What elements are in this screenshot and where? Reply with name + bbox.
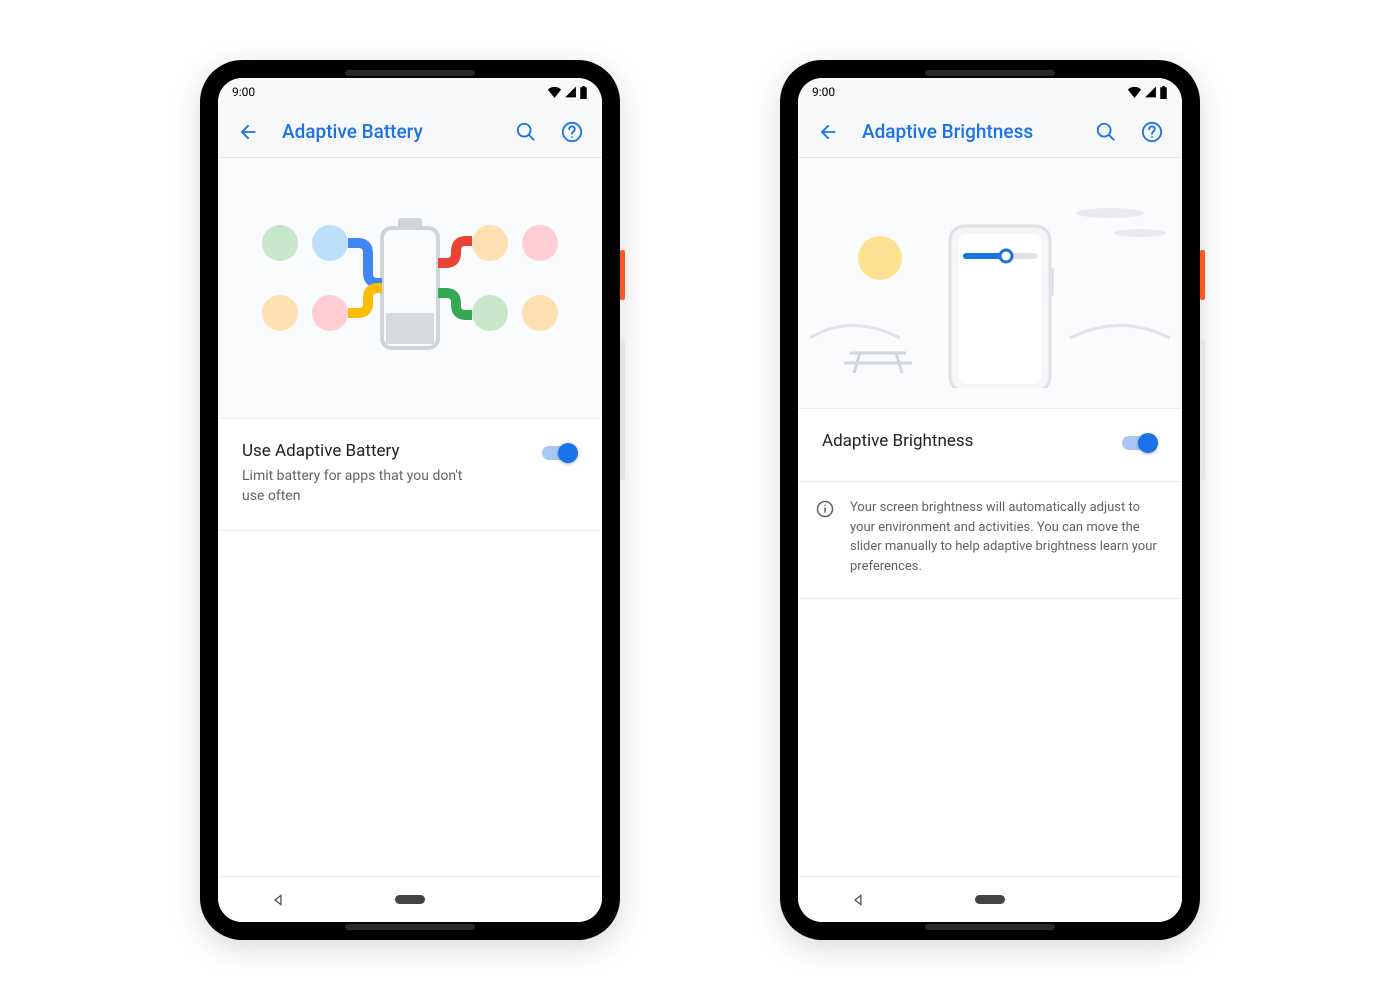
info-icon — [816, 500, 834, 518]
nav-home-pill[interactable] — [975, 895, 1005, 904]
help-icon — [1141, 121, 1163, 143]
setting-adaptive-brightness[interactable]: Adaptive Brightness — [798, 408, 1182, 482]
status-icons — [1127, 86, 1168, 99]
help-icon — [561, 121, 583, 143]
toggle-switch[interactable] — [1122, 433, 1158, 453]
status-time: 9:00 — [812, 85, 835, 99]
power-button[interactable] — [620, 250, 625, 300]
phone-frame: 9:00 Adaptive Brightness — [780, 60, 1200, 940]
toggle-switch[interactable] — [542, 443, 578, 463]
arrow-back-icon — [817, 121, 839, 143]
search-icon — [515, 121, 537, 143]
setting-title: Use Adaptive Battery — [242, 441, 528, 461]
nav-back-icon[interactable] — [271, 893, 285, 907]
info-text: Your screen brightness will automaticall… — [850, 498, 1160, 576]
phone-frame: 9:00 Adaptive Battery — [200, 60, 620, 940]
volume-rocker[interactable] — [1200, 340, 1205, 480]
nav-home-pill[interactable] — [395, 895, 425, 904]
search-icon — [1095, 121, 1117, 143]
info-note: Your screen brightness will automaticall… — [798, 482, 1182, 599]
status-icons — [547, 86, 588, 99]
battery-icon — [1159, 86, 1168, 99]
navigation-bar — [218, 876, 602, 922]
wifi-icon — [1127, 86, 1142, 98]
arrow-back-icon — [237, 121, 259, 143]
page-title: Adaptive Brightness — [854, 120, 1080, 143]
search-button[interactable] — [1086, 112, 1126, 152]
setting-use-adaptive-battery[interactable]: Use Adaptive Battery Limit battery for a… — [218, 418, 602, 531]
status-time: 9:00 — [232, 85, 255, 99]
cellular-icon — [1144, 86, 1157, 98]
search-button[interactable] — [506, 112, 546, 152]
help-button[interactable] — [552, 112, 592, 152]
setting-title: Adaptive Brightness — [822, 431, 1108, 451]
nav-back-icon[interactable] — [851, 893, 865, 907]
app-bar: Adaptive Brightness — [798, 106, 1182, 158]
power-button[interactable] — [1200, 250, 1205, 300]
navigation-bar — [798, 876, 1182, 922]
help-button[interactable] — [1132, 112, 1172, 152]
status-bar: 9:00 — [798, 78, 1182, 106]
page-title: Adaptive Battery — [274, 120, 500, 143]
back-button[interactable] — [228, 112, 268, 152]
cellular-icon — [564, 86, 577, 98]
back-button[interactable] — [808, 112, 848, 152]
screen: 9:00 Adaptive Brightness — [798, 78, 1182, 922]
setting-subtitle: Limit battery for apps that you don't us… — [242, 467, 482, 506]
hero-illustration — [798, 158, 1182, 408]
app-bar: Adaptive Battery — [218, 106, 602, 158]
hero-illustration — [218, 158, 602, 418]
battery-icon — [579, 86, 588, 99]
screen: 9:00 Adaptive Battery — [218, 78, 602, 922]
status-bar: 9:00 — [218, 78, 602, 106]
wifi-icon — [547, 86, 562, 98]
volume-rocker[interactable] — [620, 340, 625, 480]
